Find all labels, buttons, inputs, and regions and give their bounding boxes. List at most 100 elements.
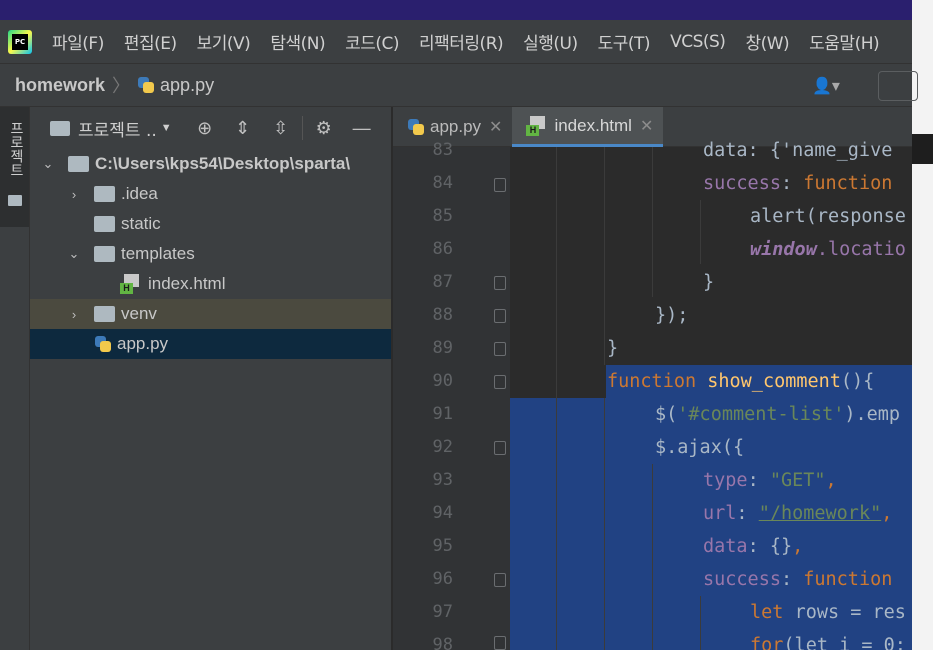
- folder-icon: [8, 195, 22, 206]
- code-line: });: [510, 299, 912, 332]
- menu-refactor[interactable]: 리팩터링(R): [409, 29, 513, 54]
- menu-vcs[interactable]: VCS(S): [660, 32, 735, 52]
- code-line: url: "/homework",: [510, 497, 912, 530]
- locate-file-icon[interactable]: ⊕: [194, 117, 216, 139]
- code-token: data: {'name_give: [703, 140, 893, 161]
- tree-item-label: static: [121, 214, 161, 233]
- expand-all-icon[interactable]: ⇕: [232, 117, 254, 139]
- code-token: });: [655, 305, 689, 326]
- tree-item-static[interactable]: static: [30, 209, 391, 239]
- folder-icon: [68, 156, 89, 172]
- chevron-down-icon[interactable]: ⌄: [66, 246, 82, 262]
- close-icon[interactable]: ✕: [640, 116, 653, 136]
- code-token: $.ajax({: [655, 437, 745, 458]
- menu-view[interactable]: 보기(V): [187, 29, 261, 54]
- menu-help[interactable]: 도움말(H): [799, 29, 889, 54]
- code-token: }: [607, 338, 619, 359]
- menu-navigate[interactable]: 탐색(N): [260, 29, 335, 54]
- code-line: function show_comment(){: [510, 365, 912, 398]
- html-file-icon: H: [120, 274, 142, 294]
- fold-marker-icon[interactable]: [494, 309, 506, 323]
- tree-item-idea[interactable]: › .idea: [30, 179, 391, 209]
- fold-marker-icon[interactable]: [494, 342, 506, 356]
- menu-window[interactable]: 창(W): [735, 29, 799, 54]
- line-number: 90: [432, 371, 453, 391]
- code-line: $('#comment-list').emp: [510, 398, 912, 431]
- line-number: 89: [432, 338, 453, 358]
- code-token: show_comment: [707, 371, 841, 392]
- project-tool-label: 프로젝트: [8, 121, 24, 177]
- tab-label: index.html: [554, 115, 632, 135]
- code-token: type: [703, 470, 748, 491]
- collapse-all-icon[interactable]: ⇳: [270, 117, 292, 139]
- code-line: for(let i = 0;: [510, 629, 912, 650]
- folder-icon: [50, 120, 70, 136]
- tree-item-app-py[interactable]: app.py: [30, 329, 391, 359]
- folder-icon: [94, 246, 115, 262]
- line-number: 92: [432, 437, 453, 457]
- code-token: alert(response: [750, 206, 906, 227]
- code-token: function: [803, 173, 893, 194]
- menu-code[interactable]: 코드(C): [335, 29, 409, 54]
- tree-item-label: templates: [121, 244, 195, 263]
- line-number: 98: [432, 635, 453, 650]
- fold-marker-icon[interactable]: [494, 375, 506, 389]
- tree-item-label: venv: [121, 304, 157, 323]
- chevron-down-icon[interactable]: ⌄: [40, 156, 56, 172]
- code-token: function: [607, 371, 697, 392]
- code-line: success: function: [510, 167, 912, 200]
- chevron-right-icon[interactable]: ›: [66, 307, 82, 322]
- line-number: 87: [432, 272, 453, 292]
- run-config-box[interactable]: [878, 71, 918, 101]
- fold-marker-icon[interactable]: [494, 178, 506, 192]
- breadcrumb-project[interactable]: homework: [15, 75, 105, 96]
- chevron-down-icon[interactable]: ▼: [161, 122, 172, 134]
- project-panel-toolbar: 프로젝트 .. ▼ ⊕ ⇕ ⇳ ⚙ —: [30, 107, 391, 149]
- close-icon[interactable]: ✕: [489, 117, 502, 137]
- code-token: for: [750, 635, 784, 650]
- breadcrumb-file-label: app.py: [160, 74, 215, 95]
- project-tool-tab[interactable]: 프로젝트: [0, 107, 29, 227]
- code-token: "/homework": [758, 503, 882, 524]
- code-token: function: [803, 569, 893, 590]
- tree-item-templates[interactable]: ⌄ templates: [30, 239, 391, 269]
- tree-item-index-html[interactable]: H index.html: [30, 269, 391, 299]
- user-dropdown-icon[interactable]: 👤▾: [812, 76, 840, 96]
- tree-item-root[interactable]: ⌄ C:\Users\kps54\Desktop\sparta\: [30, 149, 391, 179]
- code-token: url: [703, 503, 737, 524]
- menu-file[interactable]: 파일(F): [42, 29, 114, 54]
- chevron-right-icon[interactable]: ›: [66, 187, 82, 202]
- code-line: $.ajax({: [510, 431, 912, 464]
- code-line: type: "GET",: [510, 464, 912, 497]
- fold-marker-icon[interactable]: [494, 276, 506, 290]
- pycharm-logo-icon[interactable]: PC: [8, 29, 32, 54]
- line-number: 96: [432, 569, 453, 589]
- left-tool-strip: 프로젝트: [0, 107, 30, 650]
- project-panel: 프로젝트 .. ▼ ⊕ ⇕ ⇳ ⚙ — ⌄ C:\Users\kps54\Des…: [30, 107, 392, 650]
- code-line: }: [510, 332, 912, 365]
- code-token: ).emp: [844, 404, 901, 425]
- code-line: }: [510, 266, 912, 299]
- project-view-selector[interactable]: 프로젝트 ..: [78, 116, 157, 141]
- code-token: (let i = 0;: [783, 635, 906, 650]
- code-line: alert(response: [510, 200, 912, 233]
- minimize-icon[interactable]: —: [351, 117, 373, 139]
- menu-tools[interactable]: 도구(T): [588, 29, 660, 54]
- code-line: window.locatio: [510, 233, 912, 266]
- breadcrumb-file[interactable]: app.py: [137, 75, 214, 96]
- line-number: 97: [432, 602, 453, 622]
- tree-item-label: app.py: [117, 334, 169, 353]
- gear-icon[interactable]: ⚙: [313, 117, 335, 139]
- line-numbers: 83 84 85 86 87 88 89 90 91 92 93 94 95 9…: [393, 134, 453, 650]
- right-edge-shadow: [912, 134, 933, 164]
- code-token: .locatio: [816, 239, 906, 260]
- line-number: 91: [432, 404, 453, 424]
- fold-marker-icon[interactable]: [494, 441, 506, 455]
- tree-item-label: index.html: [148, 274, 226, 293]
- menu-run[interactable]: 실행(U): [513, 29, 588, 54]
- menu-edit[interactable]: 편집(E): [114, 29, 187, 54]
- tree-item-venv[interactable]: › venv: [30, 299, 391, 329]
- fold-marker-icon[interactable]: [494, 636, 506, 650]
- fold-marker-icon[interactable]: [494, 573, 506, 587]
- code-token: success: [703, 173, 781, 194]
